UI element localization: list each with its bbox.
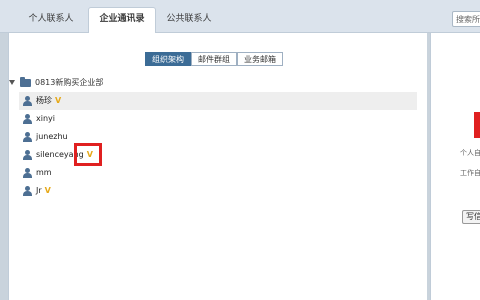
person-icon [23, 168, 32, 178]
person-icon [23, 150, 32, 160]
caret-down-icon[interactable] [9, 80, 15, 85]
segment-mail-groups[interactable]: 邮件群组 [191, 52, 237, 66]
list-item-member[interactable]: 杨珍 V [19, 92, 417, 110]
member-name: mm [36, 168, 52, 177]
vip-icon: V [44, 186, 51, 195]
person-icon [23, 186, 32, 196]
tab-bar: 个人联系人 企业通讯录 公共联系人 搜索所 [0, 0, 480, 34]
tree-root-department[interactable]: 0813新购买企业部 [9, 76, 103, 90]
list-item-member[interactable]: xinyi [19, 110, 417, 128]
search-input[interactable]: 搜索所 [452, 11, 480, 27]
segment-business-mailbox[interactable]: 业务邮箱 [237, 52, 283, 66]
person-icon [23, 132, 32, 142]
member-name: 杨珍 [36, 96, 52, 105]
tab-public-contacts[interactable]: 公共联系人 [156, 8, 222, 32]
highlight-box [74, 143, 102, 166]
personal-label: 个人自 [460, 149, 480, 157]
member-name: junezhu [36, 132, 68, 141]
vip-icon: V [55, 96, 62, 105]
highlight-marker [474, 112, 480, 138]
list-item-member[interactable]: mm [19, 164, 417, 182]
folder-icon [20, 76, 31, 87]
list-item-member[interactable]: Jr V [19, 182, 417, 200]
write-mail-button[interactable]: 写信 [462, 210, 480, 224]
work-label: 工作自 [460, 169, 480, 177]
tab-personal-contacts[interactable]: 个人联系人 [16, 8, 86, 32]
segment-org-structure[interactable]: 组织架构 [145, 52, 191, 66]
member-name: Jr [36, 186, 42, 195]
tab-enterprise-directory[interactable]: 企业通讯录 [88, 7, 156, 34]
person-icon [23, 114, 32, 124]
department-name: 0813新购买企业部 [35, 78, 104, 87]
contact-detail-panel [430, 33, 480, 300]
member-name: xinyi [36, 114, 55, 123]
person-icon [23, 96, 32, 106]
